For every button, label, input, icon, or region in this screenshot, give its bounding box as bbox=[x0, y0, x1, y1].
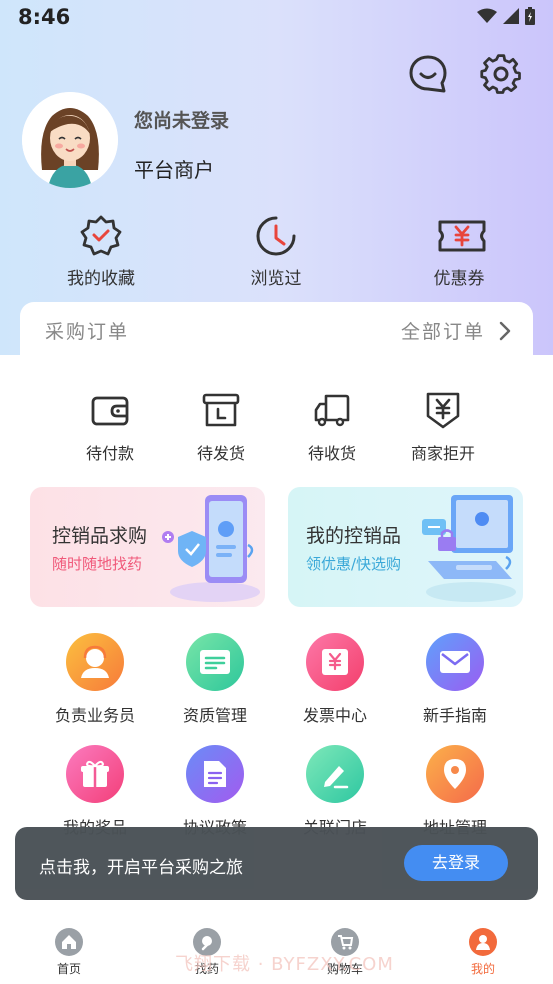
order-status-label: 待付款 bbox=[85, 444, 134, 463]
coupon-icon bbox=[438, 220, 486, 252]
quick-link-favorites[interactable]: 我的收藏 bbox=[46, 214, 156, 289]
service-label: 发票中心 bbox=[302, 706, 367, 725]
chevron-right-icon bbox=[499, 321, 511, 340]
order-status-label: 商家拒开 bbox=[410, 444, 475, 463]
orders-card: 采购订单 全部订单 bbox=[20, 302, 533, 362]
promo-subtitle: 随时随地找药 bbox=[52, 555, 143, 573]
battery-icon bbox=[525, 7, 535, 25]
wifi-icon bbox=[477, 8, 497, 23]
service-agreements[interactable]: 协议政策 bbox=[160, 745, 270, 838]
tab-profile[interactable]: 我的 bbox=[443, 928, 523, 977]
toast-message: 点击我，开启平台采购之旅 bbox=[39, 858, 243, 878]
service-qualification[interactable]: 资质管理 bbox=[160, 633, 270, 726]
orders-title: 采购订单 bbox=[45, 321, 130, 343]
phone-security-illustration bbox=[162, 495, 260, 602]
promo-card-controlled-purchase[interactable]: 控销品求购 随时随地找药 bbox=[30, 487, 265, 607]
all-orders-label: 全部订单 bbox=[400, 321, 485, 343]
history-clock-icon bbox=[256, 216, 296, 256]
order-status-label: 待发货 bbox=[196, 444, 245, 463]
cart-icon bbox=[338, 935, 354, 950]
settings-button[interactable] bbox=[479, 52, 523, 96]
profile-icon bbox=[476, 935, 490, 950]
watermark: 飞翔下载 · BYFZXY.COM bbox=[175, 954, 394, 975]
quick-link-label: 我的收藏 bbox=[67, 269, 135, 289]
go-login-button[interactable]: 去登录 bbox=[404, 845, 508, 881]
merchant-type: 平台商户 bbox=[134, 158, 214, 182]
invoice-icon bbox=[322, 649, 348, 675]
find-drug-icon bbox=[201, 936, 212, 951]
qualification-icon bbox=[200, 650, 230, 674]
box-icon bbox=[202, 393, 240, 427]
status-icons bbox=[477, 7, 535, 25]
all-orders-link[interactable]: 全部订单 bbox=[401, 317, 511, 344]
promo-title: 控销品求购 bbox=[52, 525, 148, 547]
promo-card-my-controlled[interactable]: 我的控销品 领优惠/快选购 bbox=[288, 487, 523, 607]
order-status-pending-shipment[interactable]: 待发货 bbox=[171, 390, 271, 464]
service-linked-stores[interactable]: 关联门店 bbox=[280, 745, 390, 838]
laptop-security-illustration bbox=[422, 495, 516, 602]
service-label: 新手指南 bbox=[422, 706, 487, 725]
avatar-girl-icon bbox=[22, 92, 118, 188]
quick-link-label: 浏览过 bbox=[250, 269, 302, 289]
service-invoice[interactable]: 发票中心 bbox=[280, 633, 390, 726]
tab-label: 首页 bbox=[56, 962, 81, 976]
service-salesperson[interactable]: 负责业务员 bbox=[40, 633, 150, 726]
quick-link-label: 优惠券 bbox=[433, 269, 485, 289]
tab-home[interactable]: 首页 bbox=[29, 928, 109, 977]
service-address[interactable]: 地址管理 bbox=[400, 745, 510, 838]
store-edit-icon bbox=[324, 766, 349, 789]
order-status-pending-payment[interactable]: 待付款 bbox=[60, 390, 160, 464]
gear-icon bbox=[480, 54, 521, 94]
quick-link-coupons[interactable]: 优惠券 bbox=[404, 214, 514, 289]
truck-icon bbox=[314, 394, 350, 427]
login-status[interactable]: 您尚未登录 bbox=[134, 106, 229, 133]
tab-label: 我的 bbox=[470, 962, 495, 976]
order-status-merchant-refused[interactable]: 商家拒开 bbox=[393, 390, 493, 464]
message-button[interactable] bbox=[406, 52, 450, 96]
quick-link-history[interactable]: 浏览过 bbox=[221, 214, 331, 289]
wallet-icon bbox=[91, 396, 129, 426]
promo-subtitle: 领优惠/快选购 bbox=[306, 555, 402, 573]
avatar[interactable] bbox=[22, 92, 118, 188]
service-label: 负责业务员 bbox=[54, 706, 135, 725]
status-bar: 8:46 bbox=[0, 0, 553, 34]
document-icon bbox=[204, 761, 226, 787]
salesperson-icon bbox=[81, 645, 109, 678]
order-status-pending-receipt[interactable]: 待收货 bbox=[282, 390, 382, 464]
service-label: 资质管理 bbox=[182, 706, 247, 725]
home-icon bbox=[62, 935, 76, 949]
promo-title: 我的控销品 bbox=[306, 525, 402, 547]
signal-icon bbox=[503, 8, 519, 24]
guide-mail-icon bbox=[440, 651, 470, 673]
login-prompt-toast[interactable]: 点击我，开启平台采购之旅 去登录 bbox=[15, 827, 538, 900]
location-icon bbox=[444, 759, 466, 789]
gift-icon bbox=[81, 760, 109, 787]
status-time: 8:46 bbox=[18, 5, 71, 29]
message-icon bbox=[409, 55, 447, 93]
order-status-label: 待收货 bbox=[307, 444, 356, 463]
service-prizes[interactable]: 我的奖品 bbox=[40, 745, 150, 838]
service-guide[interactable]: 新手指南 bbox=[400, 633, 510, 726]
yen-shield-icon bbox=[426, 392, 460, 429]
favorites-badge-icon bbox=[80, 215, 122, 256]
